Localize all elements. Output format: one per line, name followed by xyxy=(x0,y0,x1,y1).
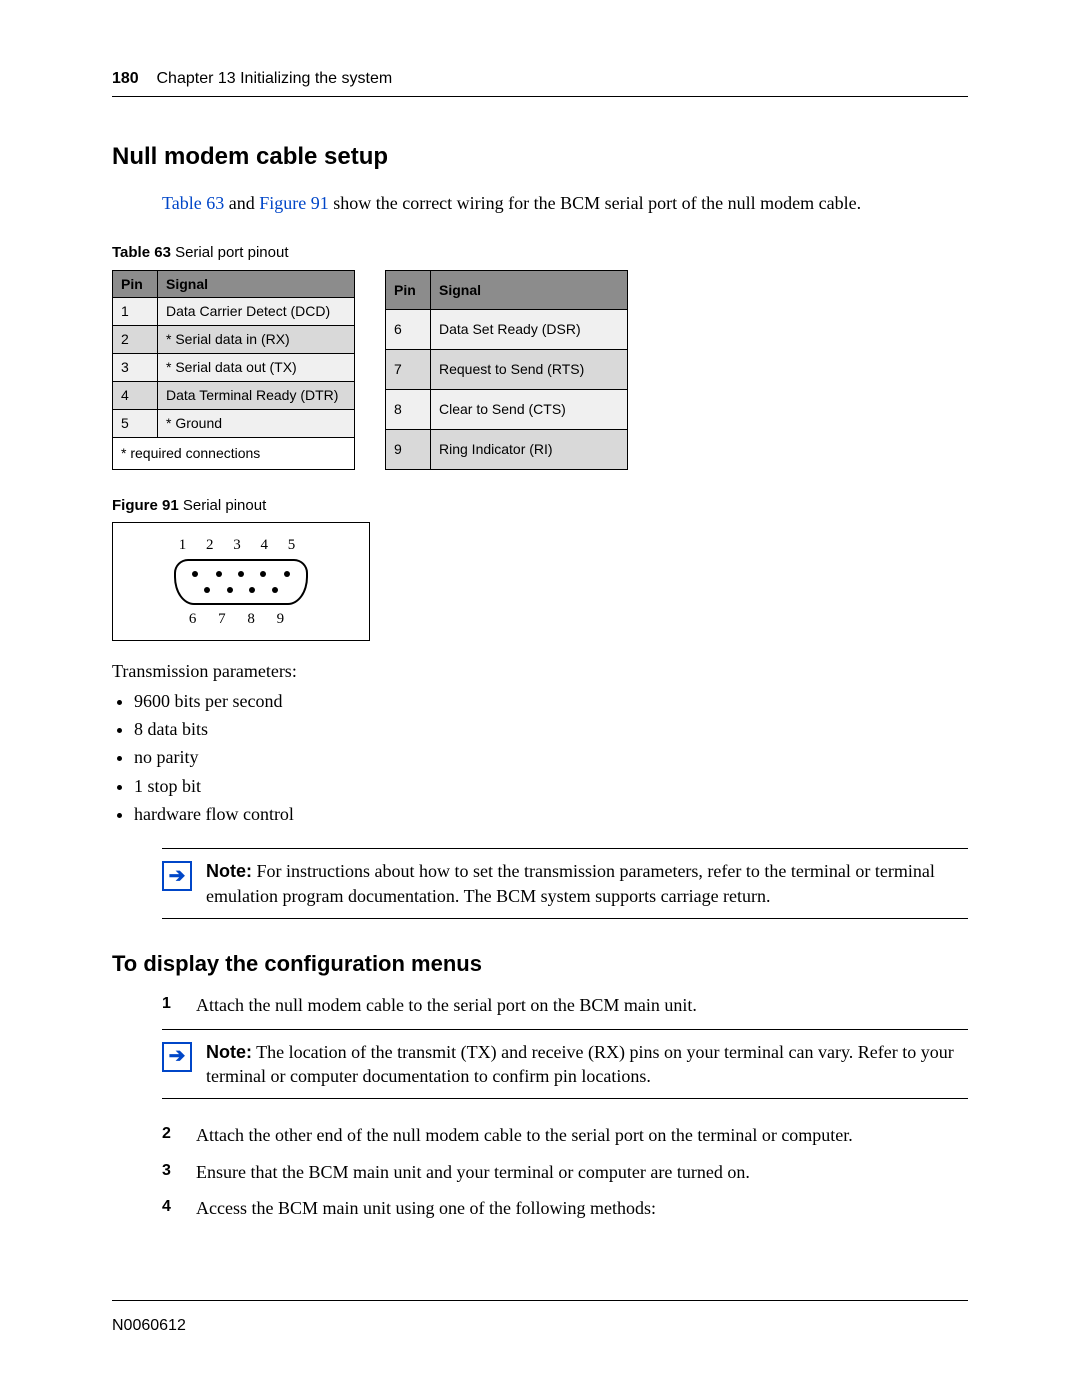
cell-pin: 7 xyxy=(386,350,431,390)
arrow-right-icon: ➔ xyxy=(162,861,192,891)
th-pin: Pin xyxy=(386,270,431,310)
cell-signal: * Serial data in (RX) xyxy=(158,326,355,354)
th-pin: Pin xyxy=(113,270,158,298)
th-signal: Signal xyxy=(431,270,628,310)
step-1: 1 Attach the null modem cable to the ser… xyxy=(162,993,968,1017)
th-signal: Signal xyxy=(158,270,355,298)
list-item: 9600 bits per second xyxy=(134,689,968,713)
pinout-tables: Pin Signal 1Data Carrier Detect (DCD) 2*… xyxy=(112,270,968,470)
doc-number: N0060612 xyxy=(112,1317,186,1334)
cell-pin: 9 xyxy=(386,429,431,469)
step-text: Access the BCM main unit using one of th… xyxy=(196,1196,968,1220)
table-caption: Table 63 Serial port pinout xyxy=(112,243,968,263)
intro-post: show the correct wiring for the BCM seri… xyxy=(329,193,861,213)
pinout-table-right: Pin Signal 6Data Set Ready (DSR) 7Reques… xyxy=(385,270,628,470)
step-number: 2 xyxy=(162,1123,180,1147)
pinout-table-left: Pin Signal 1Data Carrier Detect (DCD) 2*… xyxy=(112,270,355,470)
cell-pin: 4 xyxy=(113,382,158,410)
cell-pin: 1 xyxy=(113,298,158,326)
transmission-params-title: Transmission parameters: xyxy=(112,659,968,683)
step-text: Attach the other end of the null modem c… xyxy=(196,1123,968,1147)
table-caption-title: Serial port pinout xyxy=(171,244,289,261)
table-footnote: * required connections xyxy=(113,437,355,469)
note-box-transmission: ➔ Note: For instructions about how to se… xyxy=(162,848,968,919)
page: 180 Chapter 13 Initializing the system N… xyxy=(0,0,1080,1397)
cell-signal: Data Terminal Ready (DTR) xyxy=(158,382,355,410)
section-heading-config-menus: To display the configuration menus xyxy=(112,949,968,979)
chapter-title xyxy=(143,70,156,87)
step-4: 4 Access the BCM main unit using one of … xyxy=(162,1196,968,1220)
figure-caption-title: Serial pinout xyxy=(179,497,267,514)
cell-signal: * Serial data out (TX) xyxy=(158,354,355,382)
step-3: 3 Ensure that the BCM main unit and your… xyxy=(162,1160,968,1184)
cell-pin: 8 xyxy=(386,390,431,430)
intro-mid: and xyxy=(224,193,259,213)
serial-pinout-figure: 1 2 3 4 5 6 7 8 9 xyxy=(112,522,370,641)
figure-caption: Figure 91 Serial pinout xyxy=(112,496,968,516)
note-text: Note: For instructions about how to set … xyxy=(206,859,968,908)
link-table63[interactable]: Table 63 xyxy=(162,193,224,213)
figure-caption-label: Figure 91 xyxy=(112,497,179,514)
intro-paragraph: Table 63 and Figure 91 show the correct … xyxy=(162,191,968,215)
link-figure91[interactable]: Figure 91 xyxy=(259,193,329,213)
step-2: 2 Attach the other end of the null modem… xyxy=(162,1123,968,1147)
cell-pin: 6 xyxy=(386,310,431,350)
note-box-pins: ➔ Note: The location of the transmit (TX… xyxy=(162,1029,968,1100)
cell-pin: 2 xyxy=(113,326,158,354)
cell-pin: 3 xyxy=(113,354,158,382)
step-number: 1 xyxy=(162,993,180,1017)
chapter-title-text: Chapter 13 Initializing the system xyxy=(157,70,393,87)
cell-signal: Data Set Ready (DSR) xyxy=(431,310,628,350)
section-heading-null-modem: Null modem cable setup xyxy=(112,141,968,173)
note-body: For instructions about how to set the tr… xyxy=(206,861,935,905)
note-text: Note: The location of the transmit (TX) … xyxy=(206,1040,968,1089)
list-item: hardware flow control xyxy=(134,802,968,826)
cell-signal: Data Carrier Detect (DCD) xyxy=(158,298,355,326)
step-text: Attach the null modem cable to the seria… xyxy=(196,993,968,1017)
step-text: Ensure that the BCM main unit and your t… xyxy=(196,1160,968,1184)
list-item: 1 stop bit xyxy=(134,774,968,798)
figure-bottom-numbers: 6 7 8 9 xyxy=(121,609,361,629)
arrow-right-icon: ➔ xyxy=(162,1042,192,1072)
cell-signal: Clear to Send (CTS) xyxy=(431,390,628,430)
db9-connector-icon xyxy=(174,559,308,605)
note-body: The location of the transmit (TX) and re… xyxy=(206,1042,954,1086)
cell-pin: 5 xyxy=(113,409,158,437)
note-label: Note: xyxy=(206,1042,252,1062)
step-number: 3 xyxy=(162,1160,180,1184)
note-label: Note: xyxy=(206,861,252,881)
page-number: 180 xyxy=(112,70,139,87)
cell-signal: Ring Indicator (RI) xyxy=(431,429,628,469)
transmission-params-list: 9600 bits per second 8 data bits no pari… xyxy=(134,689,968,826)
step-number: 4 xyxy=(162,1196,180,1220)
cell-signal: * Ground xyxy=(158,409,355,437)
page-footer: N0060612 xyxy=(112,1300,968,1337)
cell-signal: Request to Send (RTS) xyxy=(431,350,628,390)
list-item: no parity xyxy=(134,745,968,769)
figure-top-numbers: 1 2 3 4 5 xyxy=(121,535,361,555)
list-item: 8 data bits xyxy=(134,717,968,741)
page-header: 180 Chapter 13 Initializing the system xyxy=(112,68,968,97)
table-caption-label: Table 63 xyxy=(112,244,171,261)
